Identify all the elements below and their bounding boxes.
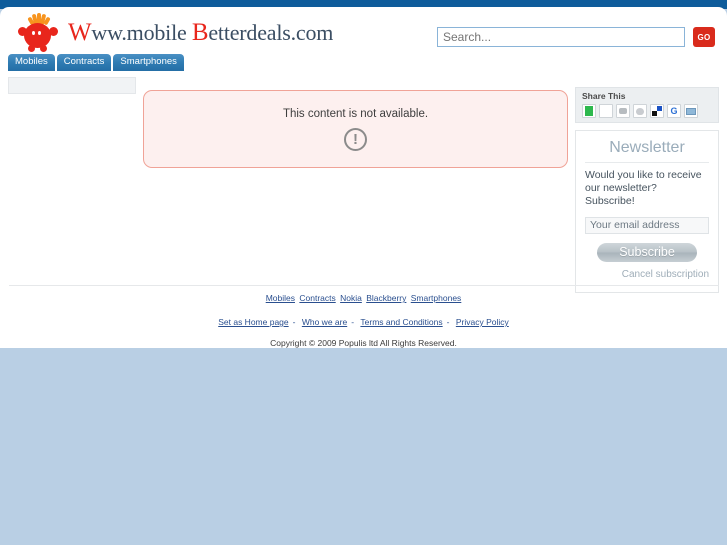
wikio-share-icon[interactable] bbox=[582, 104, 596, 118]
footer-link-who-we-are[interactable]: Who we are bbox=[302, 317, 347, 327]
site-header: Www.mobile Betterdeals.com GO bbox=[0, 7, 727, 53]
search-go-button[interactable]: GO bbox=[693, 27, 715, 47]
site-logo-text: Www.mobile Betterdeals.com bbox=[68, 19, 333, 47]
footer-link-blackberry[interactable]: Blackberry bbox=[366, 293, 406, 303]
footer-category-links: Mobiles Contracts Nokia Blackberry Smart… bbox=[0, 293, 727, 303]
left-sidebar-panel bbox=[8, 77, 136, 94]
newsletter-subscribe-button[interactable]: Subscribe bbox=[597, 242, 697, 262]
nav-tab-mobiles[interactable]: Mobiles bbox=[8, 54, 55, 71]
footer-info-links: Set as Home page - Who we are - Terms and … bbox=[0, 317, 727, 327]
footer-link-terms-and-conditions[interactable]: Terms and Conditions bbox=[360, 317, 442, 327]
footer-separator-2: - bbox=[351, 317, 355, 327]
newsletter-panel: Newsletter Would you like to receive our… bbox=[575, 130, 719, 293]
error-message-text: This content is not available. bbox=[282, 108, 429, 120]
footer-separator-3: - bbox=[446, 317, 450, 327]
delicious-share-icon[interactable] bbox=[650, 104, 664, 118]
oknotizie-share-icon[interactable] bbox=[599, 104, 613, 118]
nav-tab-smartphones[interactable]: Smartphones bbox=[113, 54, 184, 71]
reddit-share-icon[interactable] bbox=[633, 104, 647, 118]
footer-link-set-as-home-page[interactable]: Set as Home page bbox=[218, 317, 288, 327]
footer-separator-1: - bbox=[292, 317, 296, 327]
logo-text-mid: ww.mobile bbox=[91, 20, 192, 45]
right-sidebar: Share This Newsletter Would you like to … bbox=[575, 87, 719, 293]
exclamation-circle-icon: ! bbox=[344, 128, 367, 151]
main-content: This content is not available. ! bbox=[143, 90, 568, 168]
google-share-icon[interactable] bbox=[667, 104, 681, 118]
logo-capital-w: W bbox=[68, 19, 92, 46]
footer-link-mobiles[interactable]: Mobiles bbox=[266, 293, 295, 303]
mascot-logo-icon bbox=[16, 11, 62, 55]
page-shell: Www.mobile Betterdeals.com GO Mobiles Co… bbox=[0, 7, 727, 348]
footer-link-privacy-policy[interactable]: Privacy Policy bbox=[456, 317, 509, 327]
newsletter-email-input[interactable] bbox=[585, 216, 709, 234]
footer-link-smartphones[interactable]: Smartphones bbox=[411, 293, 462, 303]
share-this-title: Share This bbox=[582, 91, 626, 101]
footer-link-contracts[interactable]: Contracts bbox=[299, 293, 335, 303]
logo-capital-b: B bbox=[191, 19, 209, 46]
digg-share-icon[interactable] bbox=[616, 104, 630, 118]
newsletter-description: Would you like to receive our newsletter… bbox=[585, 169, 702, 208]
left-sidebar bbox=[8, 77, 136, 94]
cancel-subscription-link[interactable]: Cancel subscription bbox=[585, 269, 709, 280]
newsletter-title: Newsletter bbox=[585, 139, 709, 163]
copyright-text: Copyright © 2009 Populis ltd All Rights … bbox=[270, 338, 457, 348]
content-unavailable-notice: This content is not available. ! bbox=[143, 90, 568, 168]
site-logo[interactable]: Www.mobile Betterdeals.com bbox=[16, 11, 333, 55]
email-share-icon[interactable] bbox=[684, 104, 698, 118]
footer-divider bbox=[8, 285, 719, 286]
search-input[interactable] bbox=[437, 27, 685, 47]
search-area: GO bbox=[437, 27, 715, 47]
nav-tab-contracts[interactable]: Contracts bbox=[56, 54, 112, 71]
main-navigation: Mobiles Contracts Smartphones bbox=[8, 54, 184, 71]
site-footer: Mobiles Contracts Nokia Blackberry Smart… bbox=[0, 285, 727, 348]
share-icon-list bbox=[582, 104, 714, 118]
logo-text-suffix: etterdeals.com bbox=[208, 20, 334, 45]
share-this-panel: Share This bbox=[575, 87, 719, 123]
footer-link-nokia[interactable]: Nokia bbox=[340, 293, 362, 303]
